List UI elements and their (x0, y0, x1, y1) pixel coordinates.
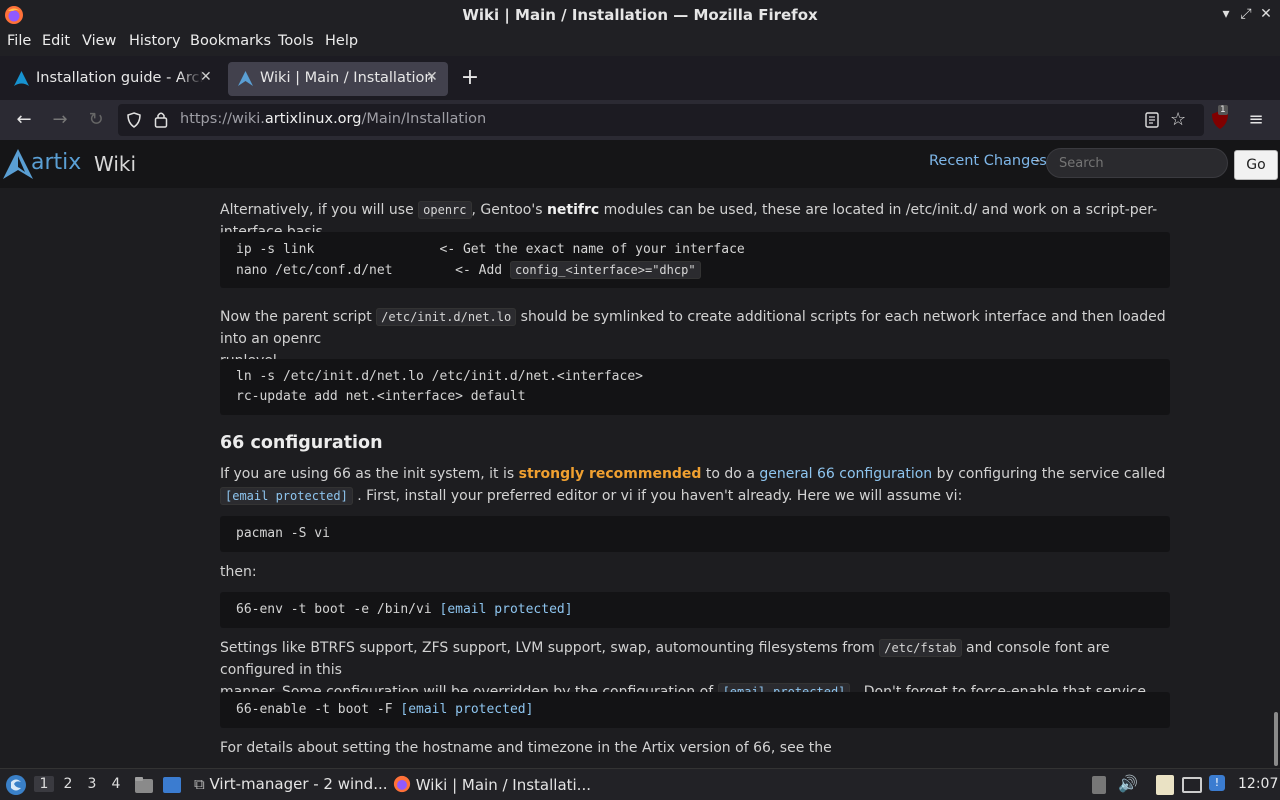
email-protected-link[interactable]: [email protected] (220, 487, 353, 505)
screen-icon[interactable] (1182, 777, 1202, 793)
menu-file[interactable]: File (7, 33, 31, 49)
code-block: ln -s /etc/init.d/net.lo /etc/init.d/net… (220, 359, 1170, 415)
minimize-icon[interactable]: ▾ (1218, 5, 1234, 23)
reader-view-icon[interactable] (1145, 112, 1159, 128)
tab-archwiki[interactable]: Installation guide - ArchWiki ✕ (4, 62, 216, 96)
recent-changes-link[interactable]: Recent Changes (929, 153, 1047, 169)
artix-logo-icon (238, 71, 253, 86)
email-protected-link[interactable]: [email protected] (400, 702, 533, 717)
workspace-3[interactable]: 3 (82, 776, 102, 792)
virt-manager-icon: ⧉ (194, 775, 205, 793)
clock: 12:07 (1238, 776, 1279, 792)
separator: - (1035, 153, 1041, 169)
arch-logo-icon (14, 71, 29, 86)
wiki-header: artix Wiki Recent Changes - Go (0, 140, 1280, 188)
navigation-bar: ← → ↻ https://wiki.artixlinux.org/Main/I… (0, 100, 1280, 140)
workspace-4[interactable]: 4 (106, 776, 126, 792)
window-title: Wiki | Main / Installation — Mozilla Fir… (462, 6, 818, 24)
taskbar-firefox[interactable]: Wiki | Main / Installati... (393, 775, 591, 800)
hamburger-menu-icon[interactable]: ≡ (1244, 108, 1268, 132)
forward-button[interactable]: → (48, 108, 72, 132)
firefox-icon (393, 775, 411, 793)
app-menu-icon[interactable] (5, 774, 27, 796)
menu-bookmarks[interactable]: Bookmarks (190, 33, 271, 49)
code-block: 66-enable -t boot -F [email protected] (220, 692, 1170, 728)
url-bar[interactable]: https://wiki.artixlinux.org/Main/Install… (118, 104, 1204, 136)
maximize-icon[interactable]: ⤢ (1238, 5, 1254, 23)
notes-icon[interactable] (1156, 775, 1174, 795)
update-notifier-icon[interactable]: ! (1209, 775, 1225, 791)
tab-label: Wiki | Main / Installation (260, 70, 434, 86)
new-tab-button[interactable]: + (458, 67, 482, 91)
code-block: pacman -S vi (220, 516, 1170, 552)
workspace-2[interactable]: 2 (58, 776, 78, 792)
terminal-icon[interactable] (162, 776, 182, 794)
tab-artix-wiki[interactable]: Wiki | Main / Installation ✕ (228, 62, 448, 96)
section-heading: 66 configuration (220, 433, 383, 453)
inline-code: /etc/init.d/net.lo (376, 308, 517, 326)
menu-tools[interactable]: Tools (278, 33, 314, 49)
email-protected-link[interactable]: [email protected] (440, 602, 573, 617)
back-button[interactable]: ← (12, 108, 36, 132)
menu-help[interactable]: Help (325, 33, 358, 49)
inline-code: /etc/fstab (879, 639, 962, 657)
wiki-search-input[interactable] (1046, 148, 1228, 178)
clipboard-icon[interactable] (1092, 776, 1106, 794)
menu-bar: File Edit View History Bookmarks Tools H… (0, 30, 1280, 56)
close-tab-icon[interactable]: ✕ (426, 69, 438, 85)
ublock-icon[interactable]: 1 (1211, 105, 1229, 130)
page-content: artix Wiki Recent Changes - Go Alternati… (0, 140, 1280, 768)
workspace-1[interactable]: 1 (34, 776, 54, 792)
tab-bar: Installation guide - ArchWiki ✕ Wiki | M… (0, 56, 1280, 100)
extension-badge: 1 (1218, 105, 1228, 115)
shield-icon[interactable] (126, 112, 142, 128)
close-icon[interactable]: ✕ (1258, 5, 1274, 23)
close-tab-icon[interactable]: ✕ (200, 69, 212, 85)
bookmark-star-icon[interactable]: ☆ (1170, 109, 1186, 130)
menu-edit[interactable]: Edit (42, 33, 70, 49)
code-block: ip -s link <- Get the exact name of your… (220, 232, 1170, 288)
file-manager-icon[interactable] (134, 776, 154, 794)
volume-icon[interactable]: 🔊 (1118, 774, 1138, 793)
wiki-logo-suffix[interactable]: Wiki (94, 152, 136, 176)
reload-button[interactable]: ↻ (84, 108, 108, 132)
paragraph: If you are using 66 as the init system, … (220, 466, 1166, 505)
url-text[interactable]: https://wiki.artixlinux.org/Main/Install… (180, 111, 486, 127)
taskbar-virt-manager[interactable]: ⧉ Virt-manager - 2 wind... (194, 775, 388, 793)
lock-icon[interactable] (154, 111, 168, 128)
menu-history[interactable]: History (129, 33, 181, 49)
taskbar: 1 2 3 4 ⧉ Virt-manager - 2 wind... Wiki … (0, 768, 1280, 800)
paragraph: For details about setting the hostname a… (220, 740, 832, 756)
general-66-configuration-link[interactable]: general 66 configuration (759, 466, 932, 482)
scrollbar-thumb[interactable] (1274, 712, 1278, 766)
window-titlebar: Wiki | Main / Installation — Mozilla Fir… (0, 0, 1280, 30)
inline-code: openrc (418, 201, 472, 219)
paragraph: then: (220, 564, 257, 580)
menu-view[interactable]: View (82, 33, 116, 49)
code-block: 66-env -t boot -e /bin/vi [email protect… (220, 592, 1170, 628)
wiki-logo-text[interactable]: artix (31, 150, 81, 175)
tab-label: Installation guide - ArchWiki (36, 70, 204, 86)
go-button[interactable]: Go (1234, 150, 1278, 180)
artix-logo-icon[interactable] (2, 148, 34, 180)
